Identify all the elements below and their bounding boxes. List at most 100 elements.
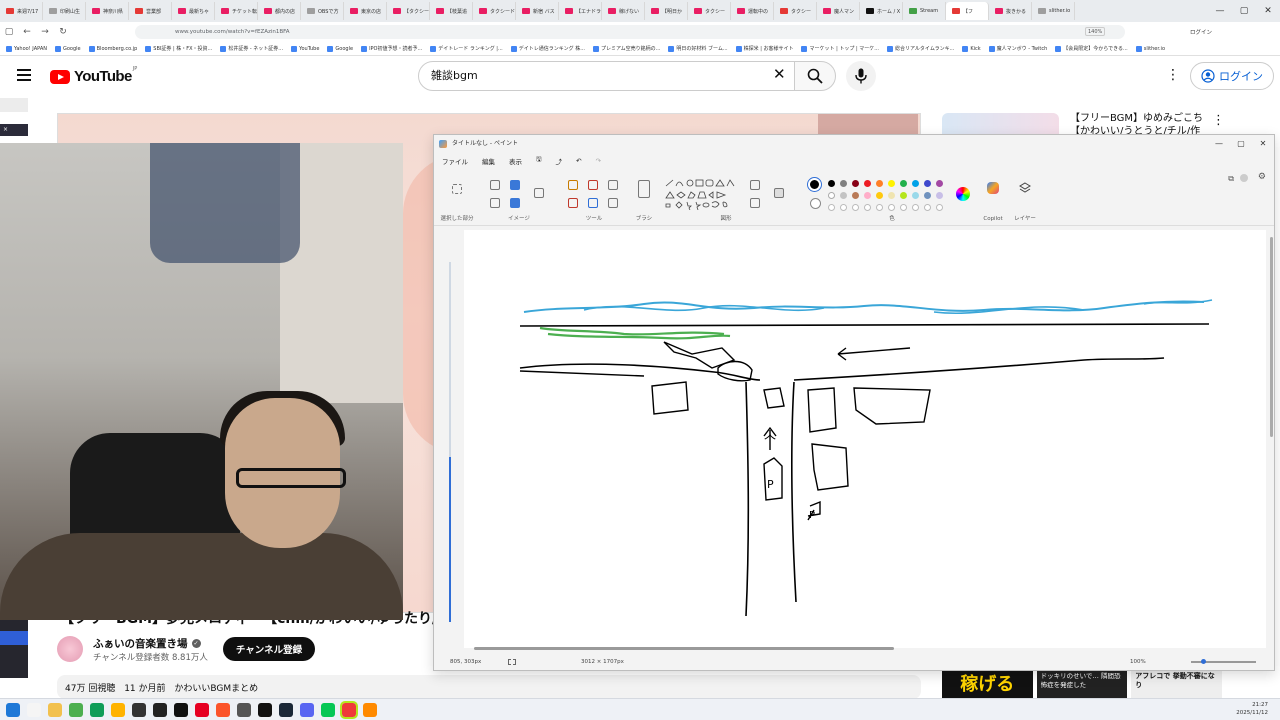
crop-icon[interactable] [490, 180, 500, 190]
browser-profile-label[interactable]: ログイン [1190, 28, 1212, 36]
browser-tab[interactable]: 神奈川県 [86, 2, 129, 20]
palette-color-swatch[interactable] [876, 180, 883, 187]
brush-size-slider[interactable] [446, 262, 454, 622]
recommended-thumbnail-2[interactable]: ドッキリのせいで… 隣間恐怖症を発症した [1036, 668, 1128, 698]
bookmark-item[interactable]: Google [54, 45, 81, 52]
custom-color-slot[interactable] [900, 204, 907, 211]
menu-edit[interactable]: 編集 [482, 156, 495, 166]
paint-account-icon[interactable] [1240, 174, 1248, 182]
browser-tab[interactable]: 運転中の [731, 2, 774, 20]
bookmark-item[interactable]: 【会員限定】今からできる... [1055, 45, 1128, 52]
taskbar-folder-icon[interactable] [48, 702, 62, 717]
url-field[interactable]: www.youtube.com/watch?v=fEZAzin1BFA [135, 25, 1125, 39]
taskbar-obs-icon[interactable] [153, 702, 167, 717]
custom-color-slot[interactable] [840, 204, 847, 211]
paint-titlebar[interactable]: タイトルなし - ペイント — ▢ ✕ [434, 135, 1274, 153]
taskbar-chrome-icon[interactable] [69, 702, 83, 717]
fill-icon[interactable] [588, 180, 598, 190]
copilot-icon[interactable] [987, 182, 999, 194]
browser-tab[interactable]: 【タクシー [387, 2, 430, 20]
search-input[interactable]: 雑談bgm [418, 61, 795, 91]
taskbar-line-icon[interactable] [321, 702, 335, 717]
palette-color-swatch[interactable] [864, 180, 871, 187]
zoom-indicator[interactable]: 140% [1085, 27, 1106, 36]
browser-close-icon[interactable]: ✕ [1256, 0, 1280, 22]
side-strip-top[interactable] [0, 98, 28, 112]
browser-tab[interactable]: 魔人マン [817, 2, 860, 20]
paint-history-icon[interactable]: ⧉ [1228, 174, 1234, 184]
taskbar-edge-icon[interactable] [90, 702, 104, 717]
minimize-icon[interactable]: — [1208, 135, 1230, 153]
voice-search-button[interactable] [846, 61, 876, 91]
browser-minimize-icon[interactable]: — [1208, 0, 1232, 22]
undo-icon[interactable]: ↶ [576, 157, 581, 165]
shapes-gallery-icon[interactable] [664, 178, 744, 210]
browser-tab[interactable]: 東京の店 [344, 2, 387, 20]
side-strip-close[interactable]: × [0, 124, 28, 136]
bookmark-item[interactable]: 総合リアルタイムランキ... [886, 45, 954, 52]
palette-color-swatch[interactable] [924, 192, 931, 199]
browser-tab[interactable]: Stream [903, 2, 946, 20]
taskbar-brave-icon[interactable] [216, 702, 230, 717]
brush-icon[interactable] [638, 180, 650, 198]
magnifier-icon[interactable] [608, 198, 618, 208]
primary-color-swatch[interactable] [808, 178, 821, 191]
bookmark-item[interactable]: Yahoo! JAPAN [6, 45, 47, 52]
paint-vertical-scrollbar[interactable] [1270, 237, 1273, 437]
browser-tab[interactable]: タクシード [473, 2, 516, 20]
channel-avatar[interactable] [57, 636, 83, 662]
browser-tab[interactable]: 抜きかる [989, 2, 1032, 20]
palette-color-swatch[interactable] [936, 180, 943, 187]
save-icon[interactable]: 🖫 [536, 155, 542, 166]
bookmark-item[interactable]: 松井証券 - ネット証券... [220, 45, 283, 52]
text-icon[interactable] [608, 180, 618, 190]
browser-tab[interactable]: 最新ちゃ [172, 2, 215, 20]
taskbar-tiktok-icon[interactable] [258, 702, 272, 717]
zoom-slider-knob[interactable] [1201, 659, 1206, 664]
pencil-icon[interactable] [568, 180, 578, 190]
browser-maximize-icon[interactable]: ▢ [1232, 0, 1256, 22]
eraser-icon[interactable] [568, 198, 578, 208]
palette-color-swatch[interactable] [852, 180, 859, 187]
browser-tab[interactable]: タクシー [688, 2, 731, 20]
bookmark-item[interactable]: マーケット | トップ | マーケ... [801, 45, 879, 52]
palette-color-swatch[interactable] [852, 192, 859, 199]
browser-tab[interactable]: ホーム / X [860, 2, 903, 20]
browser-tab[interactable]: OBSで方 [301, 2, 344, 20]
custom-color-slot[interactable] [888, 204, 895, 211]
redo-icon[interactable]: ↷ [596, 157, 601, 165]
browser-tab[interactable]: タクシー [774, 2, 817, 20]
secondary-color-swatch[interactable] [810, 198, 821, 209]
custom-color-slot[interactable] [852, 204, 859, 211]
browser-tab[interactable]: 新宿 バス [516, 2, 559, 20]
resize-icon[interactable] [510, 180, 520, 190]
share-icon[interactable]: ⤴ [556, 156, 563, 166]
remove-background-icon[interactable] [510, 198, 520, 208]
channel-name[interactable]: ふぁいの音楽置き場 ✓ [93, 636, 201, 651]
custom-color-slot[interactable] [828, 204, 835, 211]
custom-color-slot[interactable] [936, 204, 943, 211]
palette-color-swatch[interactable] [900, 192, 907, 199]
browser-tab[interactable]: 営業部 [129, 2, 172, 20]
more-options-icon[interactable]: ⋮ [1166, 67, 1180, 83]
shape-outline-icon[interactable] [750, 180, 760, 190]
close-icon[interactable]: ✕ [1252, 135, 1274, 153]
taskbar-explorer-icon[interactable] [111, 702, 125, 717]
taskbar-capcut-icon[interactable] [174, 702, 188, 717]
paint-canvas[interactable]: 个 P P [464, 230, 1266, 648]
back-icon[interactable]: ← [18, 27, 36, 37]
palette-color-swatch[interactable] [828, 180, 835, 187]
palette-color-swatch[interactable] [912, 180, 919, 187]
custom-color-slot[interactable] [864, 204, 871, 211]
hamburger-menu-icon[interactable] [17, 69, 31, 81]
shape-fill-icon[interactable] [750, 198, 760, 208]
taskbar-vivaldi-icon[interactable] [340, 700, 358, 719]
browser-tab[interactable]: 都内の店 [258, 2, 301, 20]
youtube-logo[interactable]: YouTube JP [50, 66, 137, 85]
maximize-icon[interactable]: ▢ [1230, 135, 1252, 153]
palette-color-swatch[interactable] [864, 192, 871, 199]
shape-size-icon[interactable] [774, 188, 784, 198]
subscribe-button[interactable]: チャンネル登録 [223, 637, 315, 661]
bookmark-item[interactable]: Kick [962, 45, 981, 52]
recommended-more-icon[interactable]: ⋮ [1212, 113, 1225, 128]
